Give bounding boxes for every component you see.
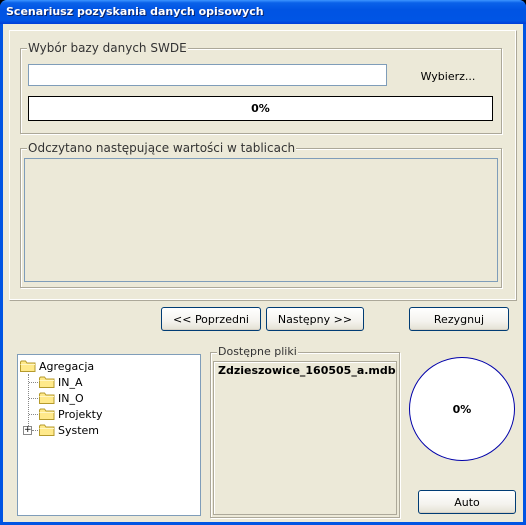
tree-item-label: System [58,423,100,437]
client-area: Wybór bazy danych SWDE Wybierz... 0% Odc… [3,24,523,522]
folder-tree[interactable]: Agregacja IN_A IN_O Projekty + System [17,354,201,516]
expand-icon[interactable]: + [23,426,32,435]
auto-button[interactable]: Auto [418,490,516,514]
files-group: Dostępne pliki Zdzieszowice_160505_a.mdb [210,345,400,518]
previous-button[interactable]: << Poprzedni [161,307,261,331]
app-window: Scenariusz pozyskania danych opisowych W… [0,0,526,525]
swde-group: Wybór bazy danych SWDE Wybierz... 0% [20,41,502,134]
folder-icon [20,360,36,372]
tree-branch [29,414,38,415]
tree-branch [29,382,38,383]
swde-group-label: Wybór bazy danych SWDE [27,41,188,55]
folder-icon [39,376,55,388]
values-textbox[interactable] [24,158,498,282]
folder-icon [39,424,55,436]
tree-item-in-a[interactable]: IN_A [18,374,200,390]
tree-item-projekty[interactable]: Projekty [18,406,200,422]
tree-item-label: IN_A [58,375,83,389]
folder-icon [39,392,55,404]
tree-item-agregacja[interactable]: Agregacja [18,358,200,374]
values-group-label: Odczytano następujące wartości w tablica… [27,141,297,155]
folder-icon [39,408,55,420]
tree-item-label: Projekty [58,407,103,421]
next-button[interactable]: Następny >> [266,307,364,331]
tree-branch [32,430,38,431]
cancel-button[interactable]: Rezygnuj [409,307,509,331]
tree-item-in-o[interactable]: IN_O [18,390,200,406]
tree-item-label: Agregacja [39,359,95,373]
values-group: Odczytano następujące wartości w tablica… [20,141,502,288]
tree-item-label: IN_O [58,391,84,405]
title-bar[interactable]: Scenariusz pozyskania danych opisowych [0,0,526,24]
files-list[interactable]: Zdzieszowice_160505_a.mdb [213,361,397,515]
swde-progress-bar: 0% [28,96,493,121]
browse-button[interactable]: Wybierz... [411,67,485,85]
swde-path-field[interactable] [28,64,387,86]
circular-progress: 0% [409,357,515,461]
tree-item-system[interactable]: + System [18,422,200,438]
file-item[interactable]: Zdzieszowice_160505_a.mdb [214,362,396,379]
top-panel: Wybór bazy danych SWDE Wybierz... 0% Odc… [9,30,517,301]
files-group-label: Dostępne pliki [217,345,298,359]
window-title: Scenariusz pozyskania danych opisowych [6,5,264,18]
tree-branch [29,398,38,399]
